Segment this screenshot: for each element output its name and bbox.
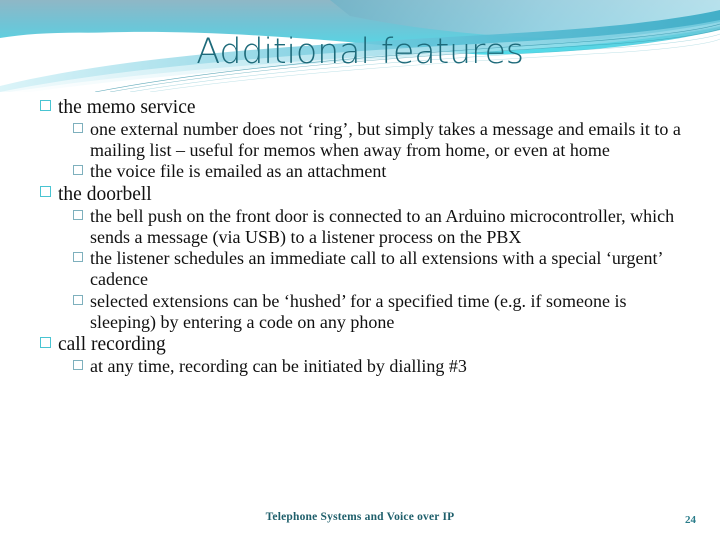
hollow-square-bullet-icon: [73, 252, 83, 263]
list-item: at any time, recording can be initiated …: [73, 356, 688, 377]
list-item: one external number does not ‘ring’, but…: [73, 119, 688, 161]
list-item-label: the voice file is emailed as an attachme…: [90, 161, 387, 182]
list-item-label: the bell push on the front door is conne…: [90, 205, 675, 247]
bullet-list-level2: at any time, recording can be initiated …: [40, 356, 688, 377]
hollow-square-bullet-icon: [73, 122, 83, 133]
list-item-label: the memo service: [58, 97, 196, 118]
hollow-square-bullet-icon: [73, 360, 83, 371]
list-item-label: one external number does not ‘ring’, but…: [90, 119, 681, 161]
hollow-square-bullet-icon: [73, 209, 83, 220]
list-item: the memo service: [40, 96, 688, 119]
list-item-label: at any time, recording can be initiated …: [90, 356, 467, 377]
bullet-list-level2: one external number does not ‘ring’, but…: [40, 119, 688, 183]
list-item-label: selected extensions can be ‘hushed’ for …: [90, 290, 627, 332]
slide-number: 24: [685, 514, 696, 526]
list-item: call recording: [40, 333, 688, 356]
list-item: the voice file is emailed as an attachme…: [73, 161, 688, 182]
hollow-square-bullet-icon: [40, 99, 51, 111]
bullet-content: the memo service one external number doe…: [40, 96, 688, 377]
list-item-label: the doorbell: [58, 183, 152, 205]
hollow-square-bullet-icon: [40, 336, 51, 348]
list-item: the listener schedules an immediate call…: [73, 248, 688, 290]
slide: Additional features the memo service one…: [0, 0, 720, 540]
bullet-list-level1: the memo service one external number doe…: [40, 96, 688, 377]
slide-title: Additional features: [196, 32, 524, 72]
list-item-label: the listener schedules an immediate call…: [90, 248, 663, 290]
list-item: selected extensions can be ‘hushed’ for …: [73, 291, 688, 333]
list-item: the doorbell: [40, 183, 688, 206]
hollow-square-bullet-icon: [73, 165, 83, 176]
list-item-label: call recording: [58, 334, 166, 356]
bullet-list-level2: the bell push on the front door is conne…: [40, 206, 688, 333]
footer-title: Telephone Systems and Voice over IP: [265, 511, 455, 523]
hollow-square-bullet-icon: [40, 186, 51, 198]
list-item: the bell push on the front door is conne…: [73, 206, 688, 248]
hollow-square-bullet-icon: [73, 294, 83, 305]
